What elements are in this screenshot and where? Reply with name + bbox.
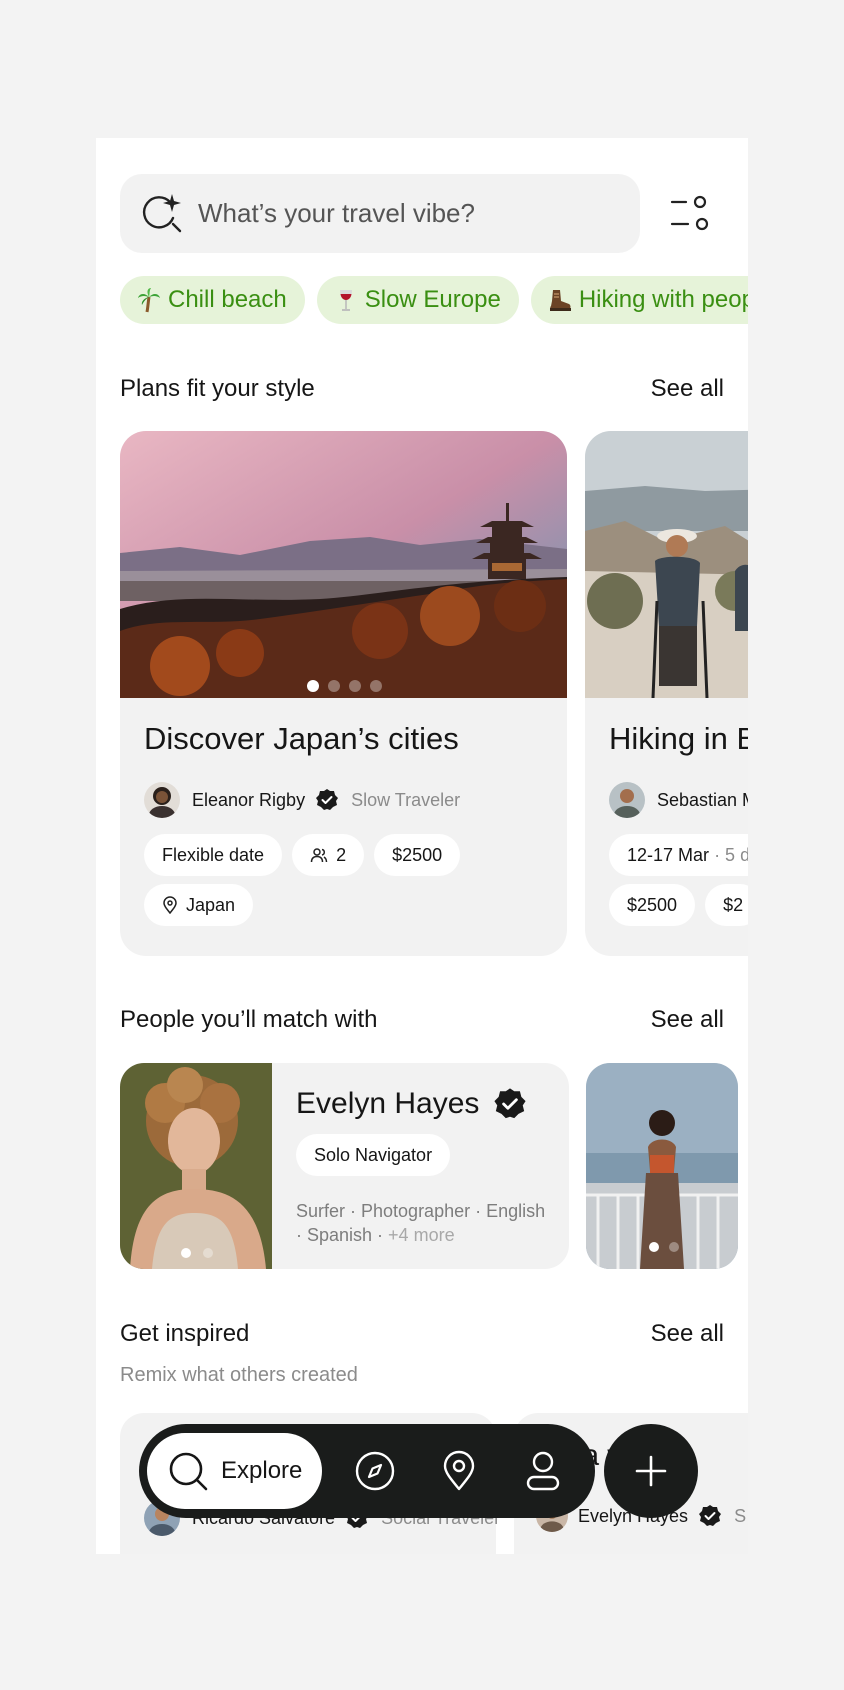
carousel-dots[interactable]	[307, 680, 382, 692]
travelers-pill: 2	[292, 834, 365, 876]
location-pin-icon	[163, 896, 177, 914]
people-icon	[310, 848, 328, 863]
search-placeholder: What’s your travel vibe?	[198, 198, 475, 228]
see-all-inspired-link[interactable]: See all	[651, 1320, 724, 1348]
see-all-people-link[interactable]: See all	[651, 1006, 724, 1034]
create-plan-button[interactable]	[604, 1424, 698, 1518]
more-interests: +4 more	[388, 1225, 455, 1245]
profile-photo	[120, 1063, 272, 1269]
section-title-plans: Plans fit your style	[120, 375, 315, 402]
match-name-text: Evelyn Hayes	[296, 1087, 480, 1120]
date-text: 12-17 Mar	[627, 844, 710, 865]
traveler-type-tag: Solo Navigator	[296, 1134, 451, 1176]
filter-icon[interactable]	[666, 190, 714, 238]
plan-title: Hiking in Ba	[609, 721, 748, 756]
budget-pill: $2	[705, 884, 748, 926]
budget-pill: $2500	[374, 834, 461, 876]
duration-text: · 5 da	[714, 844, 748, 865]
search-input[interactable]: What’s your travel vibe?	[120, 174, 640, 253]
plan-card[interactable]: Discover Japan’s cities Eleanor Rigby Sl…	[120, 431, 567, 956]
author-role: S	[734, 1505, 747, 1526]
plus-icon	[635, 1455, 667, 1487]
compass-icon	[355, 1451, 395, 1491]
plan-photo-hiking	[585, 431, 748, 698]
chip-hiking-with-people[interactable]: Hiking with people	[530, 276, 748, 324]
plan-author: Eleanor Rigby Slow Traveler	[144, 782, 460, 818]
section-subtitle-inspired: Remix what others created	[120, 1364, 358, 1386]
verified-badge-icon	[316, 789, 339, 810]
plan-photo-japan	[120, 431, 567, 698]
vibe-chips: Chill beach Slow Europe Hiking with peop…	[120, 276, 748, 324]
location-pill: Japan	[144, 884, 254, 926]
sparkle-search-icon	[142, 193, 182, 232]
plan-title: Discover Japan’s cities	[144, 721, 459, 756]
author-name: Sebastian M	[657, 789, 748, 810]
match-card[interactable]	[586, 1063, 738, 1269]
bottom-nav: Explore	[139, 1424, 595, 1518]
plan-tags: 12-17 Mar · 5 da	[609, 834, 748, 876]
wine-glass-icon	[339, 290, 352, 311]
section-title-people: People you’ll match with	[120, 1006, 378, 1033]
plan-tags: Flexible date 2 $2500	[144, 834, 461, 876]
plan-author: Sebastian M	[609, 782, 748, 818]
section-title-inspired: Get inspired	[120, 1320, 250, 1347]
chip-label: Hiking with people	[578, 286, 748, 313]
chip-chill-beach[interactable]: Chill beach	[120, 276, 305, 324]
budget-pill: $2500	[609, 884, 696, 926]
chip-label: Slow Europe	[364, 286, 501, 313]
chip-label: Chill beach	[168, 286, 287, 313]
nav-discover-button[interactable]	[351, 1447, 399, 1495]
date-pill: Flexible date	[144, 834, 283, 876]
app-screen: What’s your travel vibe? Chill beach Slo…	[96, 138, 748, 1554]
nav-map-button[interactable]	[435, 1447, 483, 1495]
profile-photo	[586, 1063, 738, 1269]
chip-slow-europe[interactable]: Slow Europe	[316, 276, 519, 324]
nav-profile-button[interactable]	[519, 1447, 567, 1495]
see-all-plans-link[interactable]: See all	[651, 375, 724, 403]
search-icon	[169, 1452, 208, 1491]
map-pin-icon	[443, 1450, 475, 1491]
verified-badge-icon	[699, 1505, 722, 1526]
author-name: Eleanor Rigby	[192, 789, 306, 810]
match-interests: Surfer · Photographer · English · Spanis…	[296, 1199, 546, 1247]
plan-card[interactable]: Hiking in Ba Sebastian M 12-17 Mar · 5 d…	[585, 431, 748, 956]
travelers-count: 2	[336, 844, 347, 865]
verified-badge-icon	[494, 1088, 527, 1119]
plan-tags-2: $2500 $2	[609, 884, 748, 926]
avatar	[609, 782, 645, 818]
nav-explore-button[interactable]: Explore	[147, 1433, 322, 1509]
profile-icon	[526, 1451, 560, 1491]
hiking-boot-icon	[549, 290, 571, 311]
match-card[interactable]: Evelyn Hayes Solo Navigator Surfer · Pho…	[120, 1063, 569, 1269]
location-text: Japan	[186, 894, 236, 915]
plan-tags-2: Japan	[144, 884, 254, 926]
palm-tree-icon	[138, 288, 160, 313]
match-name: Evelyn Hayes	[296, 1087, 527, 1121]
nav-explore-label: Explore	[221, 1457, 303, 1484]
avatar	[144, 782, 180, 818]
author-role: Slow Traveler	[351, 789, 461, 810]
date-pill: 12-17 Mar · 5 da	[609, 834, 748, 876]
